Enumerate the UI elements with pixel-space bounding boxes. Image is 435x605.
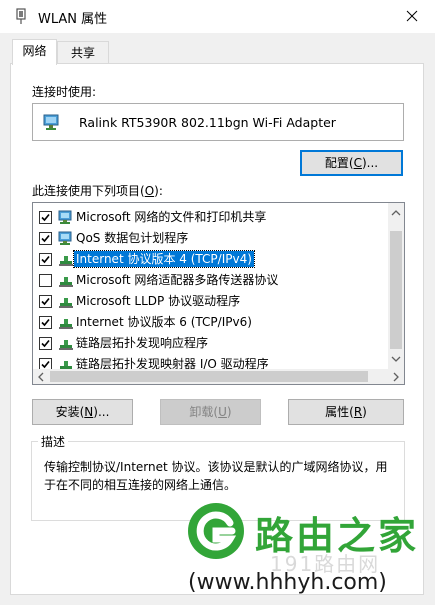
list-item[interactable]: Microsoft 网络适配器多路传送器协议 [33, 270, 390, 291]
items-label-text: 此连接使用下列项目( [32, 184, 145, 198]
item-label: Microsoft 网络适配器多路传送器协议 [76, 273, 279, 287]
tab-sharing[interactable]: 共享 [57, 41, 109, 65]
wlan-icon [16, 8, 26, 24]
scroll-down-icon[interactable] [388, 351, 404, 367]
item-checkbox[interactable] [39, 337, 52, 350]
close-button[interactable] [389, 0, 435, 32]
uninstall-accel: U [218, 405, 227, 419]
tab-network-label: 网络 [22, 44, 47, 58]
item-label: Microsoft 网络的文件和打印机共享 [76, 210, 267, 224]
watermark-url: (www.hhhyh.com) [188, 570, 387, 595]
horizontal-scroll-thumb[interactable] [50, 371, 368, 382]
protocol-icon [59, 340, 73, 350]
checkmark-icon [41, 234, 50, 243]
properties-label: 属性( [325, 405, 354, 419]
title-bar: WLAN 属性 [0, 0, 435, 33]
install-label: 安装( [55, 405, 85, 419]
item-checkbox[interactable] [39, 295, 52, 308]
uninstall-button[interactable]: 卸载(U) [160, 399, 261, 425]
protocol-icon [59, 256, 73, 266]
item-label: Microsoft LLDP 协议驱动程序 [76, 294, 241, 308]
items-list[interactable]: Microsoft 网络的文件和打印机共享 QoS 数据包计划程序 Internet… [32, 202, 405, 385]
item-label: Internet 协议版本 6 (TCP/IPv6) [76, 315, 252, 329]
item-checkbox[interactable] [39, 316, 52, 329]
description-title: 描述 [38, 433, 69, 450]
item-label: Internet 协议版本 4 (TCP/IPv4) [73, 250, 255, 268]
list-item[interactable]: Microsoft 网络的文件和打印机共享 [33, 207, 390, 228]
checkmark-icon [41, 255, 50, 264]
network-service-icon [58, 210, 72, 224]
install-accel: N [84, 405, 94, 419]
horizontal-scrollbar[interactable] [33, 369, 404, 384]
protocol-icon [59, 298, 73, 308]
checkmark-icon [41, 213, 50, 222]
close-icon [406, 10, 418, 22]
items-label-accel: O [144, 184, 155, 198]
list-item[interactable]: 链路层拓扑发现响应程序 [33, 333, 390, 354]
vertical-scrollbar[interactable] [388, 203, 404, 369]
protocol-icon [59, 277, 73, 287]
network-service-icon [58, 231, 72, 245]
item-checkbox[interactable] [39, 232, 52, 245]
item-checkbox[interactable] [39, 274, 52, 287]
uninstall-suffix: ) [226, 405, 232, 419]
install-button[interactable]: 安装(N)... [32, 399, 133, 425]
description-text: 传输控制协议/Internet 协议。该协议是默认的广域网络协议，用于在不同的相… [44, 460, 388, 492]
protocol-icon [59, 319, 73, 329]
list-item[interactable]: Microsoft LLDP 协议驱动程序 [33, 291, 390, 312]
properties-button[interactable]: 属性(R) [288, 399, 404, 425]
checkmark-icon [41, 297, 50, 306]
configure-suffix: )... [361, 156, 379, 170]
scroll-left-icon[interactable] [33, 369, 49, 385]
configure-accel: C [353, 156, 362, 170]
items-label: 此连接使用下列项目(O): [32, 182, 163, 199]
list-item[interactable]: Internet 协议版本 6 (TCP/IPv6) [33, 312, 390, 333]
scroll-right-icon[interactable] [388, 369, 404, 385]
configure-button[interactable]: 配置(C)... [300, 150, 403, 176]
uninstall-label: 卸载( [189, 405, 219, 419]
items-label-suffix: ): [154, 184, 163, 198]
checkmark-icon [41, 360, 50, 369]
connect-using-label: 连接时使用: [32, 85, 97, 99]
list-item[interactable]: Internet 协议版本 4 (TCP/IPv4) [33, 249, 390, 270]
item-checkbox[interactable] [39, 253, 52, 266]
scroll-up-icon[interactable] [388, 205, 404, 221]
vertical-scroll-thumb[interactable] [390, 231, 402, 349]
item-checkbox[interactable] [39, 211, 52, 224]
adapter-box: Ralink RT5390R 802.11bgn Wi-Fi Adapter [32, 103, 404, 141]
item-label: QoS 数据包计划程序 [76, 231, 189, 245]
checkmark-icon [41, 339, 50, 348]
properties-suffix: ) [362, 405, 367, 419]
configure-label: 配置( [324, 156, 354, 170]
list-item[interactable]: QoS 数据包计划程序 [33, 228, 390, 249]
window-title: WLAN 属性 [38, 12, 108, 27]
adapter-name: Ralink RT5390R 802.11bgn Wi-Fi Adapter [79, 115, 336, 130]
network-adapter-icon [43, 114, 59, 130]
install-suffix: )... [93, 405, 110, 419]
properties-accel: R [353, 405, 363, 419]
watermark-logo-icon [188, 503, 244, 559]
item-label: 链路层拓扑发现响应程序 [76, 336, 209, 350]
checkmark-icon [41, 318, 50, 327]
tab-network[interactable]: 网络 [12, 39, 57, 65]
tab-sharing-label: 共享 [70, 46, 95, 60]
